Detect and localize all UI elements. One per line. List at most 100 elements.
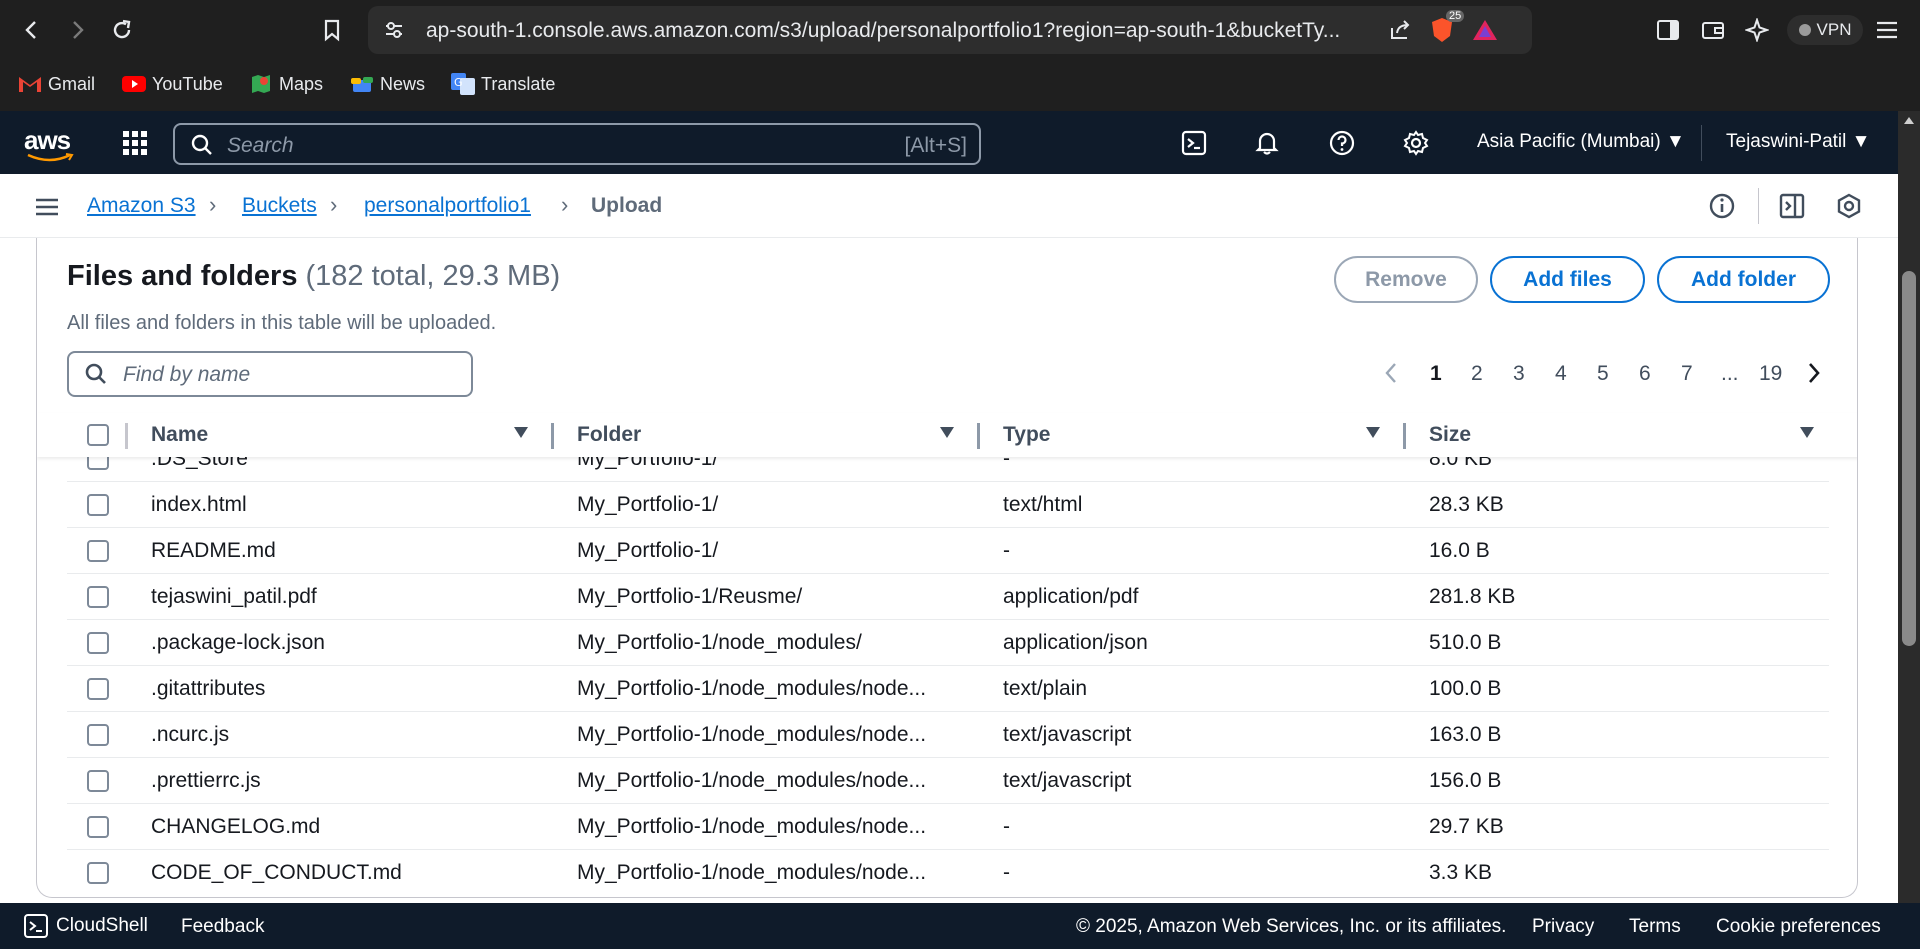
table-row[interactable]: .DS_Store My_Portfolio-1/ - 8.0 KB [67, 457, 1829, 482]
page-1[interactable]: 1 [1430, 362, 1442, 386]
vpn-button[interactable]: VPN [1787, 15, 1863, 45]
bookmark-youtube[interactable]: YouTube [122, 72, 223, 96]
bookmark-translate[interactable]: G Translate [451, 72, 555, 96]
breadcrumb-current: Upload [591, 194, 663, 217]
scrollbar-thumb[interactable] [1902, 271, 1916, 646]
page-6[interactable]: 6 [1639, 362, 1651, 386]
sort-icon[interactable] [514, 427, 528, 438]
table-row[interactable]: .gitattributes My_Portfolio-1/node_modul… [67, 666, 1829, 712]
wallet-icon[interactable] [1697, 14, 1729, 46]
bookmarks-bar: Gmail YouTube Maps News G Translate [0, 60, 1920, 111]
table-row[interactable]: .package-lock.json My_Portfolio-1/node_m… [67, 620, 1829, 666]
aws-search-input[interactable]: Search [Alt+S] [173, 123, 981, 165]
row-checkbox[interactable] [87, 770, 109, 792]
leo-ai-icon[interactable] [1741, 14, 1773, 46]
brave-shields-icon[interactable]: 25 [1426, 10, 1465, 46]
remove-button[interactable]: Remove [1334, 256, 1478, 303]
bookmark-maps[interactable]: Maps [249, 72, 323, 96]
terms-link[interactable]: Terms [1629, 916, 1681, 938]
split-panel-icon[interactable] [1775, 189, 1809, 223]
prev-page-icon[interactable] [1384, 362, 1398, 390]
cell-folder: My_Portfolio-1/node_modules/node... [577, 723, 927, 746]
region-selector[interactable]: Asia Pacific (Mumbai) ▼ [1477, 131, 1685, 153]
page-5[interactable]: 5 [1597, 362, 1609, 386]
reload-icon[interactable] [106, 14, 138, 46]
column-resizer[interactable] [1403, 423, 1406, 449]
breadcrumb-buckets[interactable]: Buckets [242, 194, 317, 218]
breadcrumb-bucket[interactable]: personalportfolio1 [364, 194, 531, 218]
select-all-checkbox[interactable] [87, 424, 109, 446]
table-row[interactable]: CODE_OF_CONDUCT.md My_Portfolio-1/node_m… [67, 850, 1829, 896]
row-checkbox[interactable] [87, 540, 109, 562]
page-3[interactable]: 3 [1513, 362, 1525, 386]
bookmark-gmail[interactable]: Gmail [18, 72, 95, 96]
row-checkbox[interactable] [87, 494, 109, 516]
back-icon[interactable] [16, 14, 48, 46]
aws-logo[interactable]: aws [24, 125, 74, 162]
next-page-icon[interactable] [1807, 362, 1821, 390]
menu-icon[interactable] [1871, 14, 1903, 46]
url-text[interactable]: ap-south-1.console.aws.amazon.com/s3/upl… [426, 19, 1426, 43]
notifications-bell-icon[interactable] [1250, 126, 1284, 160]
cell-name: .ncurc.js [151, 723, 230, 746]
site-settings-icon[interactable] [378, 14, 410, 46]
account-menu[interactable]: Tejaswini-Patil ▼ [1726, 131, 1870, 153]
breadcrumb-amazon-s3[interactable]: Amazon S3 [87, 194, 196, 218]
sidebar-toggle-icon[interactable] [1652, 14, 1684, 46]
row-checkbox[interactable] [87, 586, 109, 608]
page-4[interactable]: 4 [1555, 362, 1567, 386]
cell-folder: My_Portfolio-1/node_modules/node... [577, 861, 927, 884]
row-checkbox[interactable] [87, 724, 109, 746]
table-row[interactable]: tejaswini_patil.pdf My_Portfolio-1/Reusm… [67, 574, 1829, 620]
table-row[interactable]: .ncurc.js My_Portfolio-1/node_modules/no… [67, 712, 1829, 758]
table-row[interactable]: index.html My_Portfolio-1/ text/html 28.… [67, 482, 1829, 528]
bookmark-icon[interactable] [316, 14, 348, 46]
table-row[interactable]: .prettierrc.js My_Portfolio-1/node_modul… [67, 758, 1829, 804]
row-checkbox[interactable] [87, 678, 109, 700]
sort-icon[interactable] [1800, 427, 1814, 438]
row-checkbox[interactable] [87, 816, 109, 838]
table-row[interactable]: README.md My_Portfolio-1/ - 16.0 B [67, 528, 1829, 574]
brave-rewards-icon[interactable] [1469, 14, 1501, 46]
cell-size: 3.3 KB [1429, 861, 1493, 884]
info-icon[interactable] [1705, 189, 1739, 223]
add-files-button[interactable]: Add files [1490, 256, 1645, 303]
settings-gear-icon[interactable] [1399, 126, 1433, 160]
page-scrollbar[interactable] [1898, 111, 1920, 903]
column-header-size[interactable]: Size [1429, 423, 1471, 447]
cookie-preferences-link[interactable]: Cookie preferences [1716, 916, 1881, 938]
feedback-link[interactable]: Feedback [181, 916, 264, 938]
services-grid-icon[interactable] [118, 126, 152, 160]
column-resizer[interactable] [977, 423, 980, 449]
page-2[interactable]: 2 [1471, 362, 1483, 386]
add-folder-button[interactable]: Add folder [1657, 256, 1830, 303]
side-nav-menu-icon[interactable] [30, 190, 64, 224]
amazon-q-icon[interactable] [1832, 189, 1866, 223]
sort-icon[interactable] [940, 427, 954, 438]
sort-icon[interactable] [1366, 427, 1380, 438]
cloudshell-icon[interactable] [1177, 126, 1211, 160]
table-row[interactable]: CHANGELOG.md My_Portfolio-1/node_modules… [67, 804, 1829, 850]
row-checkbox[interactable] [87, 632, 109, 654]
panel-description: All files and folders in this table will… [67, 312, 497, 334]
row-checkbox[interactable] [87, 862, 109, 884]
privacy-link[interactable]: Privacy [1532, 916, 1594, 938]
column-header-name[interactable]: Name [151, 423, 208, 447]
column-resizer[interactable] [551, 423, 554, 449]
row-checkbox[interactable] [87, 457, 109, 470]
column-header-type[interactable]: Type [1003, 423, 1050, 447]
page-7[interactable]: 7 [1681, 362, 1693, 386]
find-placeholder: Find by name [123, 363, 251, 386]
cloudshell-footer-button[interactable]: CloudShell [24, 914, 148, 938]
address-bar[interactable]: ap-south-1.console.aws.amazon.com/s3/upl… [368, 6, 1532, 54]
bookmark-label: Translate [481, 73, 556, 94]
find-by-name-input[interactable]: Find by name [67, 351, 473, 397]
column-header-folder[interactable]: Folder [577, 423, 641, 447]
search-placeholder: Search [227, 134, 294, 157]
help-icon[interactable] [1325, 126, 1359, 160]
scroll-up-icon[interactable] [1903, 115, 1915, 125]
page-19[interactable]: 19 [1759, 362, 1782, 386]
share-icon[interactable] [1384, 14, 1416, 46]
bookmark-news[interactable]: News [350, 72, 425, 96]
forward-icon[interactable] [61, 14, 93, 46]
